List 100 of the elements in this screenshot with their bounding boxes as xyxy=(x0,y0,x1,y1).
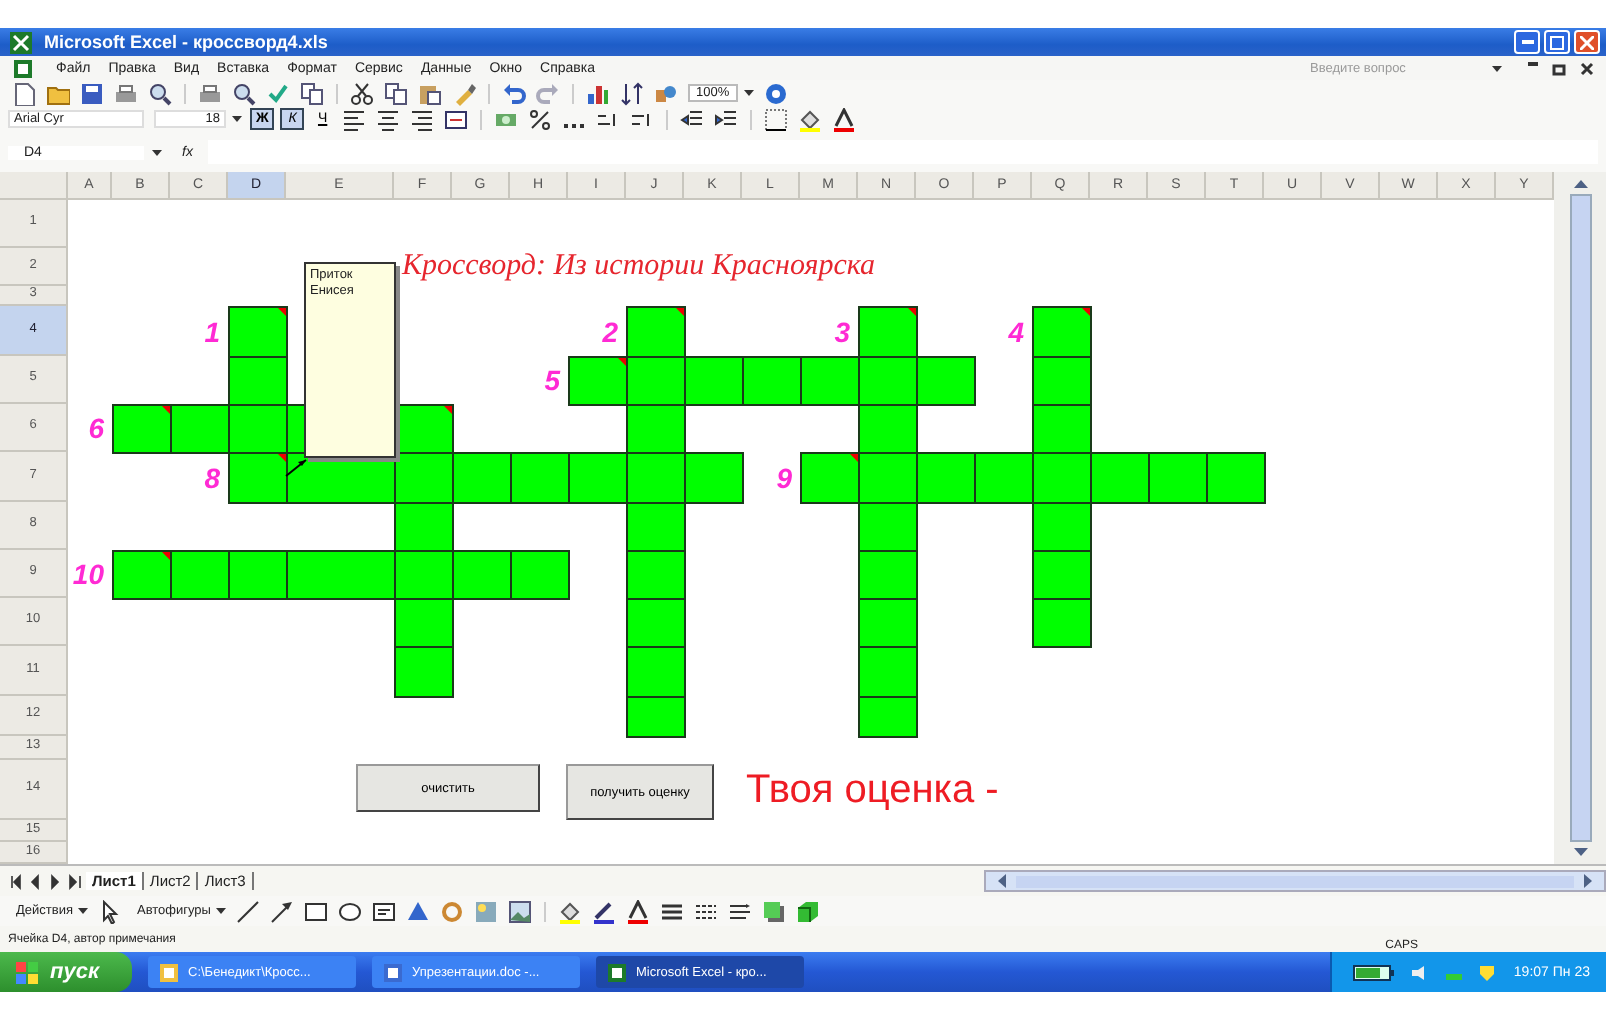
answer-cell[interactable] xyxy=(858,404,918,454)
answer-cell[interactable] xyxy=(858,646,918,698)
answer-cell[interactable] xyxy=(1148,452,1208,504)
answer-cell[interactable] xyxy=(626,502,686,552)
answer-cell[interactable] xyxy=(858,502,918,552)
shadow-icon[interactable] xyxy=(762,899,787,923)
printer-icon[interactable] xyxy=(198,81,222,105)
answer-cell[interactable] xyxy=(800,356,860,406)
picture-icon[interactable] xyxy=(508,899,533,923)
check-mark-icon[interactable] xyxy=(266,81,290,105)
answer-cell[interactable] xyxy=(858,452,918,504)
answer-cell[interactable] xyxy=(510,550,570,600)
answer-cell[interactable] xyxy=(742,356,802,406)
printer-icon[interactable] xyxy=(114,81,138,105)
brush-icon[interactable] xyxy=(452,81,476,105)
answer-cell[interactable] xyxy=(1032,550,1092,600)
answer-cell[interactable] xyxy=(510,452,570,504)
horizontal-scrollbar[interactable] xyxy=(984,870,1606,892)
sort-icon[interactable] xyxy=(620,81,644,105)
line-icon[interactable] xyxy=(236,899,261,923)
answer-cell[interactable] xyxy=(228,306,288,358)
answer-cell[interactable] xyxy=(112,404,172,454)
scroll-thumb[interactable] xyxy=(1569,194,1591,842)
answer-cell[interactable] xyxy=(858,598,918,648)
speaker-icon[interactable] xyxy=(1409,963,1430,981)
fill-color-icon[interactable] xyxy=(558,899,583,923)
indent-icon[interactable] xyxy=(714,107,739,131)
vertical-scrollbar[interactable] xyxy=(1554,172,1606,864)
answer-cell[interactable] xyxy=(1032,356,1092,406)
answer-cell[interactable] xyxy=(626,356,686,406)
text-box-icon[interactable] xyxy=(372,899,397,923)
scroll-left-icon[interactable] xyxy=(994,872,1008,890)
answer-cell[interactable] xyxy=(394,550,454,600)
line-color-icon[interactable] xyxy=(592,899,617,923)
answer-cell[interactable] xyxy=(858,696,918,738)
clipboard-icon[interactable] xyxy=(418,81,442,105)
document-icon[interactable] xyxy=(12,57,34,79)
copy-icon[interactable] xyxy=(300,81,324,105)
caret-icon[interactable] xyxy=(1492,65,1502,71)
scroll-down-icon[interactable] xyxy=(1571,846,1589,860)
3d-icon[interactable] xyxy=(796,899,821,923)
font-color-icon[interactable] xyxy=(832,107,857,131)
answer-cell[interactable] xyxy=(568,452,628,504)
scroll-right-icon[interactable] xyxy=(1582,872,1596,890)
font-color-icon[interactable] xyxy=(626,899,651,923)
outdent-icon[interactable] xyxy=(680,107,705,131)
arrow-line-icon[interactable] xyxy=(270,899,295,923)
answer-cell[interactable] xyxy=(858,550,918,600)
answer-cell[interactable] xyxy=(800,452,860,504)
answer-cell[interactable] xyxy=(286,550,396,600)
answer-cell[interactable] xyxy=(684,452,744,504)
align-center-icon[interactable] xyxy=(376,107,401,131)
borders-icon[interactable] xyxy=(764,107,789,131)
answer-cell[interactable] xyxy=(1032,598,1092,648)
answer-cell[interactable] xyxy=(228,452,288,504)
caret-icon[interactable] xyxy=(743,90,754,96)
caret-icon[interactable] xyxy=(152,149,162,155)
percent-icon[interactable] xyxy=(528,107,553,131)
answer-cell[interactable] xyxy=(1090,452,1150,504)
close-icon[interactable] xyxy=(1580,61,1594,75)
answer-cell[interactable] xyxy=(1032,502,1092,552)
ellipse-icon[interactable] xyxy=(338,899,363,923)
magnifier-icon[interactable] xyxy=(148,81,172,105)
answer-cell[interactable] xyxy=(394,502,454,552)
undo-icon[interactable] xyxy=(502,81,526,105)
answer-cell[interactable] xyxy=(112,550,172,600)
answer-cell[interactable] xyxy=(626,452,686,504)
answer-cell[interactable] xyxy=(858,356,918,406)
pointer-icon[interactable] xyxy=(98,899,123,923)
answer-cell[interactable] xyxy=(394,598,454,648)
answer-cell[interactable] xyxy=(1206,452,1266,504)
align-right-icon[interactable] xyxy=(410,107,435,131)
dash-style-icon[interactable] xyxy=(694,899,719,923)
help-icon[interactable] xyxy=(763,81,788,105)
align-left-icon[interactable] xyxy=(342,107,367,131)
answer-cell[interactable] xyxy=(1032,452,1092,504)
answer-cell[interactable] xyxy=(684,356,744,406)
rectangle-icon[interactable] xyxy=(304,899,329,923)
answer-cell[interactable] xyxy=(170,404,230,454)
maximize-button[interactable] xyxy=(1544,30,1570,54)
answer-cell[interactable] xyxy=(228,356,288,406)
answer-cell[interactable] xyxy=(626,550,686,600)
caret-icon[interactable] xyxy=(78,908,89,914)
scroll-up-icon[interactable] xyxy=(1571,176,1589,190)
scissors-icon[interactable] xyxy=(350,81,374,105)
answer-cell[interactable] xyxy=(452,550,512,600)
minimize-button[interactable] xyxy=(1514,30,1540,54)
copy-icon[interactable] xyxy=(384,81,408,105)
caret-icon[interactable] xyxy=(232,116,242,122)
battery-icon[interactable] xyxy=(1351,963,1396,981)
answer-cell[interactable] xyxy=(228,404,288,454)
answer-cell[interactable] xyxy=(1032,306,1092,358)
answer-cell[interactable] xyxy=(452,452,512,504)
answer-cell[interactable] xyxy=(394,646,454,698)
merge-cells-icon[interactable] xyxy=(444,107,469,131)
scroll-thumb[interactable] xyxy=(1016,875,1574,887)
answer-cell[interactable] xyxy=(916,452,976,504)
answer-cell[interactable] xyxy=(626,646,686,698)
fill-color-icon[interactable] xyxy=(798,107,823,131)
answer-cell[interactable] xyxy=(568,356,628,406)
